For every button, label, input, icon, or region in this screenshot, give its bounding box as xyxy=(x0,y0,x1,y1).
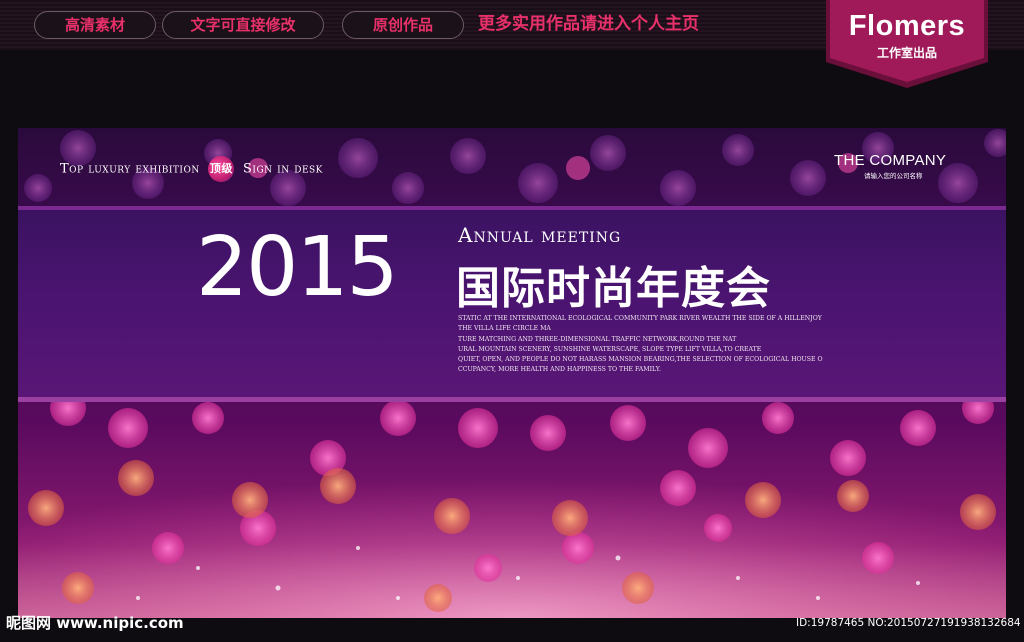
watermark-site: 昵图网 www.nipic.com xyxy=(6,614,184,632)
para-line: STATIC AT THE INTERNATIONAL ECOLOGICAL C… xyxy=(458,315,822,322)
para-line: URAL MOUNTAIN SCENERY, SUNSHINE WATERSCA… xyxy=(458,345,762,353)
tag-hd-material[interactable]: 高清素材 xyxy=(34,11,156,39)
para-line: CCUPANCY, MORE HEALTH AND HAPPINESS TO T… xyxy=(458,366,661,374)
chinese-title: 国际时尚年度会 xyxy=(456,263,771,314)
top-badge: 顶级 xyxy=(208,156,235,182)
brand-name: Flomers xyxy=(848,10,966,42)
top-luxury-line: Top luxury exhibition 顶级 Sign in desk xyxy=(60,156,323,182)
watermark-id: ID:19787465 NO:20150727191938132684 xyxy=(796,617,1021,629)
top-line-pre: Top luxury exhibition xyxy=(60,161,200,177)
top-line-post: Sign in desk xyxy=(243,161,323,177)
tag-original-work[interactable]: 原创作品 xyxy=(342,11,464,39)
para-line: THE VILLA LIFE CIRCLE MA xyxy=(458,325,551,333)
year-title: 2015 xyxy=(196,220,399,315)
para-line: QUIET, OPEN, AND PEOPLE DO NOT HARASS MA… xyxy=(458,356,823,364)
brand-badge: Flomers 工作室出品 xyxy=(826,0,988,88)
brand-subtitle: 工作室出品 xyxy=(876,46,937,60)
company-subtitle: 请输入您的公司名称 xyxy=(864,172,923,180)
company-name: THE COMPANY xyxy=(834,152,947,169)
para-line: TURE MATCHING AND THREE-DIMENSIONAL TRAF… xyxy=(458,335,737,343)
tag-editable-text[interactable]: 文字可直接修改 xyxy=(162,11,324,39)
description-paragraph: STATIC AT THE INTERNATIONAL ECOLOGICAL C… xyxy=(458,314,848,376)
annual-meeting: Annual meeting xyxy=(458,223,622,247)
promo-text[interactable]: 更多实用作品请进入个人主页 xyxy=(478,11,699,37)
banner: Top luxury exhibition 顶级 Sign in desk TH… xyxy=(18,128,1006,618)
